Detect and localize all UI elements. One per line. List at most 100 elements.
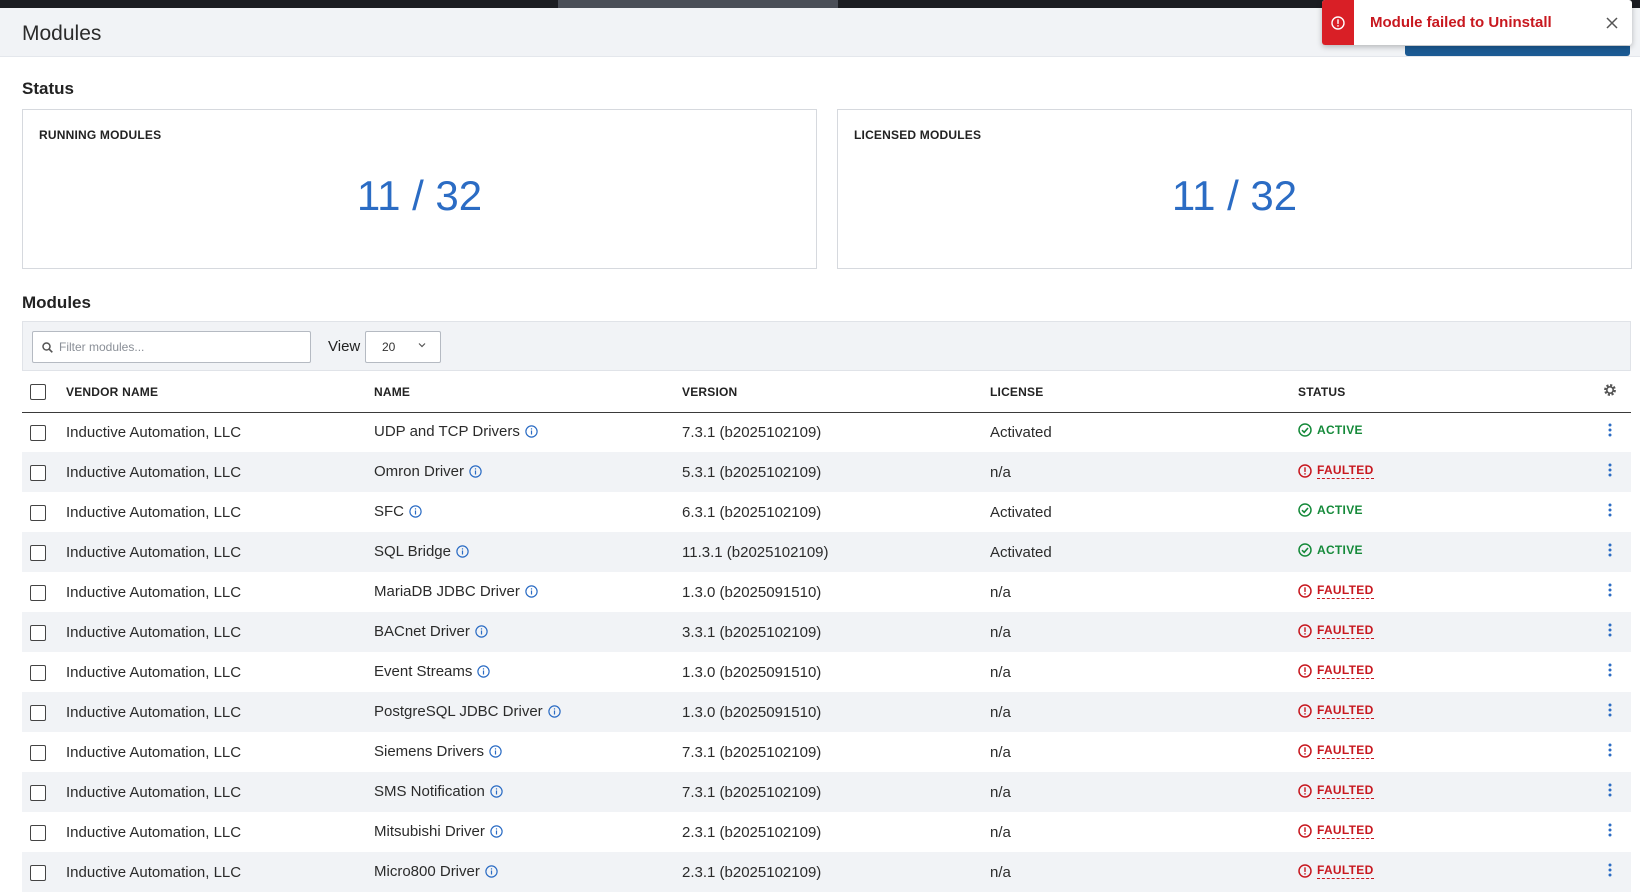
name-cell: Omron Driver — [374, 452, 682, 492]
table-row[interactable]: Inductive Automation, LLC SFC 6.3.1 (b2025… — [22, 492, 1631, 532]
more-options-icon[interactable] — [1608, 423, 1612, 441]
version-cell: 6.3.1 (b2025102109) — [682, 503, 822, 521]
license-cell: n/a — [990, 663, 1011, 681]
info-icon[interactable] — [547, 704, 561, 722]
error-toast: Module failed to Uninstall — [1322, 0, 1632, 45]
select-all-checkbox[interactable] — [30, 383, 46, 400]
module-name: PostgreSQL JDBC Driver — [374, 702, 543, 720]
version-cell: 1.3.0 (b2025091510) — [682, 583, 822, 601]
license-cell: Activated — [990, 543, 1052, 561]
table-row[interactable]: Inductive Automation, LLC Siemens Drivers… — [22, 732, 1631, 772]
status-cell: ACTIVE — [1298, 412, 1588, 452]
row-checkbox[interactable] — [30, 504, 46, 521]
table-row[interactable]: Inductive Automation, LLC UDP and TCP Dri… — [22, 412, 1631, 452]
info-icon[interactable] — [490, 784, 503, 802]
row-checkbox[interactable] — [30, 544, 46, 561]
vendor-cell: Inductive Automation, LLC — [66, 543, 242, 561]
column-header-vendor[interactable]: VENDOR NAME — [66, 372, 374, 412]
row-checkbox[interactable] — [30, 664, 46, 681]
primary-action-button[interactable] — [1405, 46, 1630, 56]
table-row[interactable]: Inductive Automation, LLC Event Streams 1.… — [22, 652, 1631, 692]
info-icon[interactable] — [475, 624, 488, 642]
more-options-icon[interactable] — [1608, 623, 1612, 641]
name-cell: SMS Notification — [374, 772, 682, 812]
row-checkbox[interactable] — [30, 784, 46, 801]
vendor-cell: Inductive Automation, LLC — [66, 743, 242, 761]
row-checkbox[interactable] — [30, 824, 46, 841]
status-badge: ACTIVE — [1298, 543, 1363, 557]
status-badge[interactable]: FAULTED — [1298, 823, 1374, 839]
row-checkbox[interactable] — [30, 864, 46, 881]
filter-input[interactable]: Filter modules... — [32, 331, 311, 363]
info-icon[interactable] — [469, 464, 482, 482]
name-cell: Mitsubishi Driver — [374, 812, 682, 852]
more-options-icon[interactable] — [1608, 583, 1612, 601]
status-badge[interactable]: FAULTED — [1298, 863, 1374, 879]
gear-icon[interactable] — [1602, 382, 1618, 398]
more-options-icon[interactable] — [1608, 863, 1612, 881]
info-icon[interactable] — [456, 544, 469, 562]
error-icon — [1298, 663, 1317, 678]
status-text: ACTIVE — [1317, 423, 1363, 438]
table-row[interactable]: Inductive Automation, LLC PostgreSQL JDBC… — [22, 692, 1631, 732]
license-cell: Activated — [990, 423, 1052, 441]
info-icon[interactable] — [525, 425, 538, 442]
row-checkbox[interactable] — [30, 624, 46, 641]
status-cell: FAULTED — [1298, 652, 1588, 692]
modules-table: VENDOR NAME NAME VERSION LICENSE STATUS … — [22, 372, 1631, 892]
top-nav-tab[interactable] — [558, 0, 838, 8]
row-checkbox[interactable] — [30, 704, 46, 721]
status-badge[interactable]: FAULTED — [1298, 783, 1374, 799]
status-badge[interactable]: FAULTED — [1298, 463, 1374, 479]
status-badge[interactable]: FAULTED — [1298, 703, 1374, 719]
more-options-icon[interactable] — [1608, 703, 1612, 721]
name-cell: SQL Bridge — [374, 532, 682, 572]
status-text: FAULTED — [1317, 582, 1374, 599]
more-options-icon[interactable] — [1608, 503, 1612, 521]
module-name: Mitsubishi Driver — [374, 822, 485, 840]
table-row[interactable]: Inductive Automation, LLC Omron Driver 5.3… — [22, 452, 1631, 492]
page-size-select[interactable]: 20 — [365, 331, 441, 363]
row-checkbox[interactable] — [30, 584, 46, 601]
table-row[interactable]: Inductive Automation, LLC BACnet Driver 3.… — [22, 612, 1631, 652]
status-text: FAULTED — [1317, 622, 1374, 639]
status-text: FAULTED — [1317, 742, 1374, 759]
status-cell: FAULTED — [1298, 772, 1588, 812]
info-icon[interactable] — [490, 824, 503, 842]
status-badge[interactable]: FAULTED — [1298, 743, 1374, 759]
row-checkbox[interactable] — [30, 464, 46, 481]
info-icon[interactable] — [409, 504, 422, 522]
column-header-version[interactable]: VERSION — [682, 372, 990, 412]
status-badge[interactable]: FAULTED — [1298, 583, 1374, 599]
status-badge[interactable]: FAULTED — [1298, 663, 1374, 679]
table-row[interactable]: Inductive Automation, LLC MariaDB JDBC Dr… — [22, 572, 1631, 612]
info-icon[interactable] — [489, 744, 502, 762]
info-icon[interactable] — [477, 664, 491, 682]
more-options-icon[interactable] — [1608, 543, 1612, 561]
info-icon[interactable] — [525, 584, 538, 602]
more-options-icon[interactable] — [1608, 783, 1612, 801]
row-checkbox[interactable] — [30, 744, 46, 761]
status-badge[interactable]: FAULTED — [1298, 623, 1374, 639]
more-options-icon[interactable] — [1608, 743, 1612, 761]
toast-message: Module failed to Uninstall — [1370, 14, 1552, 31]
row-checkbox[interactable] — [30, 424, 46, 441]
chevron-down-icon — [418, 343, 426, 348]
more-options-icon[interactable] — [1608, 663, 1612, 681]
column-header-license[interactable]: LICENSE — [990, 372, 1298, 412]
table-row[interactable]: Inductive Automation, LLC SQL Bridge 11.3.… — [22, 532, 1631, 572]
status-text: FAULTED — [1317, 822, 1374, 839]
table-row[interactable]: Inductive Automation, LLC SMS Notificatio… — [22, 772, 1631, 812]
more-options-icon[interactable] — [1608, 463, 1612, 481]
more-options-icon[interactable] — [1608, 823, 1612, 841]
status-text: FAULTED — [1317, 782, 1374, 799]
table-row[interactable]: Inductive Automation, LLC Mitsubishi Driv… — [22, 812, 1631, 852]
close-icon[interactable] — [1598, 9, 1626, 37]
table-row[interactable]: Inductive Automation, LLC Micro800 Driver… — [22, 852, 1631, 892]
error-icon — [1298, 703, 1317, 718]
check-circle-icon — [1298, 503, 1317, 517]
info-icon[interactable] — [485, 864, 498, 882]
column-header-status[interactable]: STATUS — [1298, 372, 1588, 412]
column-header-name[interactable]: NAME — [374, 372, 682, 412]
card-label: RUNNING MODULES — [39, 128, 162, 142]
